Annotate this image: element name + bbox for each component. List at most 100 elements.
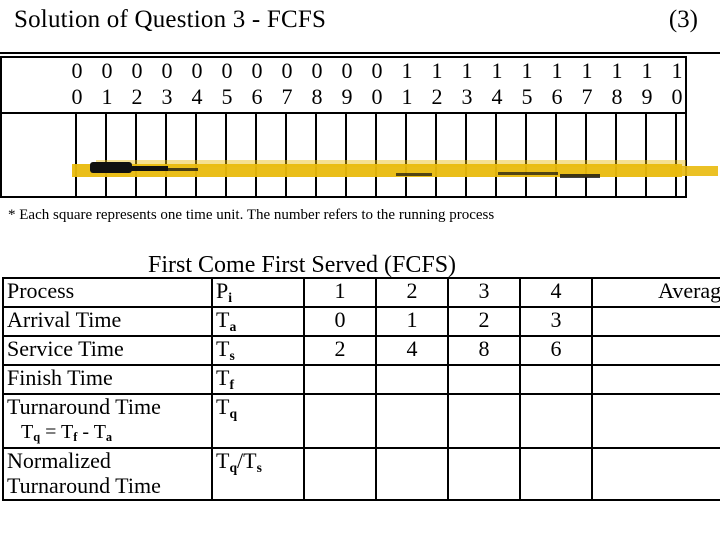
timeline-tick-tens: 0: [221, 58, 233, 83]
table-row: Normalized Turnaround Time Tq/Ts: [2, 447, 720, 501]
timeline-tick-ones: 1: [401, 84, 413, 109]
footnote: * Each square represents one time unit. …: [8, 207, 495, 223]
timeline-tick: 05: [212, 58, 242, 110]
timeline-tick-tens: 1: [581, 58, 593, 83]
timeline-tick-tens: 1: [521, 58, 533, 83]
row-label: Arrival Time: [2, 306, 213, 337]
header-divider: [0, 52, 720, 54]
row-label-formula: Tq = Tf - Ta: [21, 421, 113, 445]
timeline-tick-ones: 6: [251, 84, 263, 109]
timeline-tick: 07: [272, 58, 302, 110]
timeline-tick-ones: 8: [611, 84, 623, 109]
row-label: Turnaround Time Tq = Tf - Ta: [2, 393, 213, 449]
row-label-line1: Arrival Time: [7, 307, 122, 332]
timeline-tick-ones: 4: [191, 84, 203, 109]
table-cell-p2: [375, 393, 449, 449]
table-caption: First Come First Served (FCFS): [148, 252, 457, 278]
table-cell-p4: [519, 447, 593, 501]
row-label-line1: Service Time: [7, 336, 124, 361]
gantt-chart: 0001020304050607080900111213141516171819…: [0, 56, 718, 198]
fcfs-table: ProcessPi1234AverageArrival TimeTa0123Se…: [2, 277, 720, 501]
gantt-cell: [137, 114, 167, 196]
gantt-cell: [467, 114, 497, 196]
timeline-tick: 09: [332, 58, 362, 110]
table-cell-p2: 4: [375, 335, 449, 366]
row-symbol: Tq: [211, 393, 305, 449]
gantt-cell: [407, 114, 437, 196]
table-row: Arrival Time Ta 0 1 2 3: [2, 306, 720, 337]
gantt-cell: [647, 114, 677, 196]
timeline-tick-tens: 0: [371, 58, 383, 83]
gantt-cell: [77, 114, 107, 196]
gantt-cell: [257, 114, 287, 196]
timeline-tick: 16: [542, 58, 572, 110]
timeline-tick-ones: 8: [311, 84, 323, 109]
timeline-tick-tens: 0: [341, 58, 353, 83]
table-cell-p3: [447, 364, 521, 395]
timeline-tick-ones: 0: [671, 84, 683, 109]
gantt-cell: [377, 114, 407, 196]
timeline-axis-labels: 0001020304050607080900111213141516171819…: [0, 56, 687, 112]
gantt-cell: [497, 114, 527, 196]
timeline-tick-tens: 1: [551, 58, 563, 83]
timeline-tick-ones: 9: [641, 84, 653, 109]
table-cell-p3: 3: [447, 277, 521, 308]
timeline-tick-tens: 1: [431, 58, 443, 83]
timeline-tick-ones: 5: [221, 84, 233, 109]
timeline-tick-ones: 7: [581, 84, 593, 109]
row-label-line1: Normalized: [7, 448, 111, 473]
row-label-line2: Turnaround Time: [7, 473, 161, 498]
table-row: Turnaround Time Tq = Tf - Ta Tq: [2, 393, 720, 449]
gantt-cell: [317, 114, 347, 196]
timeline-tick-ones: 0: [371, 84, 383, 109]
table-cell-p3: [447, 447, 521, 501]
table-cell-p3: [447, 393, 521, 449]
timeline-tick-tens: 1: [641, 58, 653, 83]
timeline-tick-tens: 1: [611, 58, 623, 83]
gantt-cell: [107, 114, 137, 196]
row-symbol: Ta: [211, 306, 305, 337]
timeline-tick-ones: 3: [161, 84, 173, 109]
timeline-tick-tens: 0: [71, 58, 83, 83]
gantt-cell: [557, 114, 587, 196]
row-label: Finish Time: [2, 364, 213, 395]
timeline-tick-tens: 0: [161, 58, 173, 83]
timeline-tick-tens: 1: [671, 58, 683, 83]
slide-number: (3): [668, 6, 698, 33]
table-cell-p1: [303, 447, 377, 501]
table-cell-p1: [303, 364, 377, 395]
average-cell: [591, 393, 720, 449]
table-cell-p2: [375, 364, 449, 395]
gantt-cell: [287, 114, 317, 196]
table-cell-p1: 2: [303, 335, 377, 366]
table-cell-p1: [303, 393, 377, 449]
timeline-tick: 17: [572, 58, 602, 110]
timeline-tick-tens: 1: [401, 58, 413, 83]
timeline-tick: 15: [512, 58, 542, 110]
row-label-line1: Turnaround Time: [7, 394, 161, 419]
average-cell: [591, 364, 720, 395]
timeline-tick: 08: [302, 58, 332, 110]
average-cell: [591, 335, 720, 366]
table-cell-p2: 1: [375, 306, 449, 337]
gantt-cell-lead: [0, 114, 77, 196]
row-symbol: Pi: [211, 277, 305, 308]
timeline-tick-ones: 4: [491, 84, 503, 109]
timeline-tick: 01: [92, 58, 122, 110]
timeline-tick-tens: 0: [131, 58, 143, 83]
timeline-tick: 03: [152, 58, 182, 110]
row-label-line1: Finish Time: [7, 365, 113, 390]
table-cell-p4: 3: [519, 306, 593, 337]
gantt-cell: [617, 114, 647, 196]
table-row: Finish Time Tf: [2, 364, 720, 395]
table-cell-p1: 0: [303, 306, 377, 337]
timeline-tick-tens: 0: [191, 58, 203, 83]
table-cell-p4: 4: [519, 277, 593, 308]
timeline-tick: 00: [362, 58, 392, 110]
timeline-tick-ones: 9: [341, 84, 353, 109]
timeline-tick-ones: 5: [521, 84, 533, 109]
timeline-tick: 12: [422, 58, 452, 110]
gantt-cell: [437, 114, 467, 196]
average-header: Average: [591, 277, 720, 308]
row-label: Normalized Turnaround Time: [2, 447, 213, 501]
